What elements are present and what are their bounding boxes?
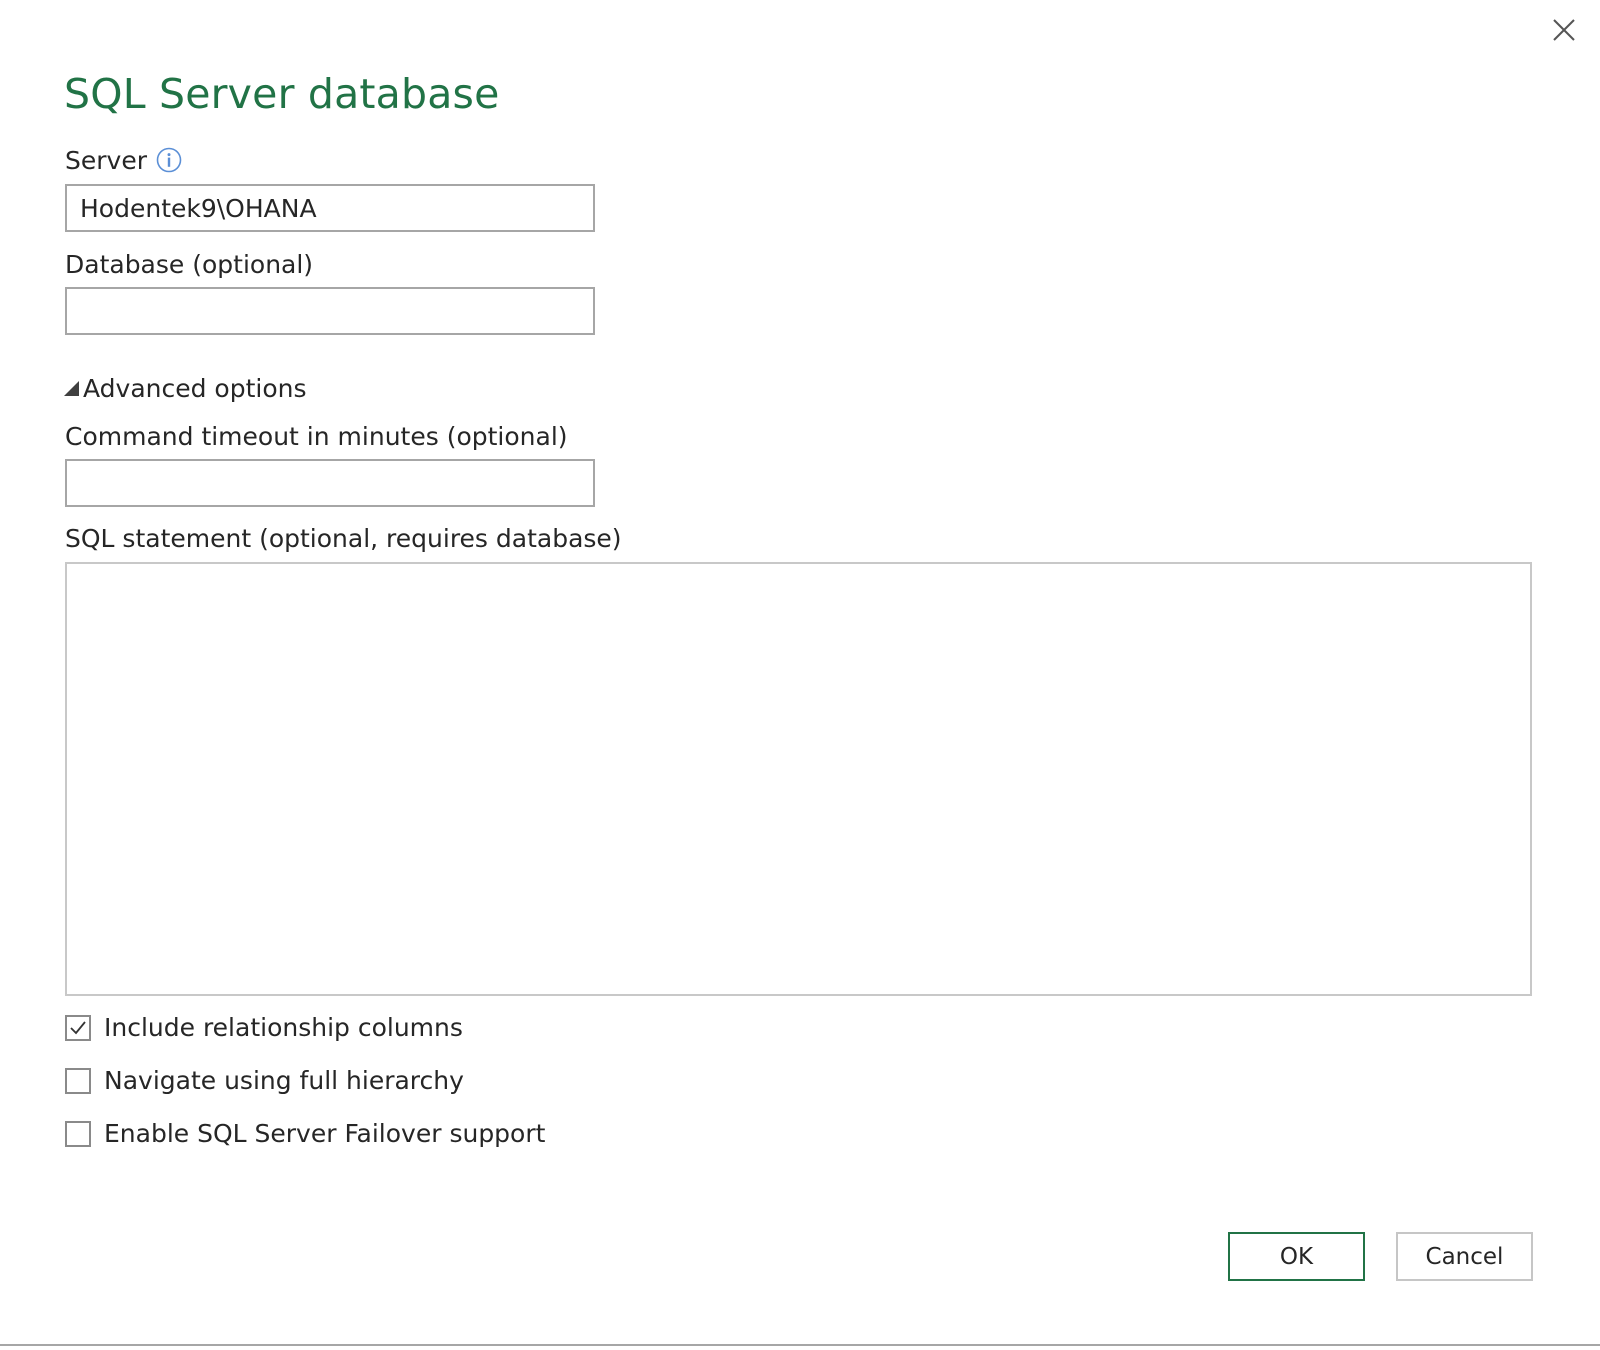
info-icon[interactable] bbox=[155, 146, 183, 174]
include-relationship-columns-label: Include relationship columns bbox=[104, 1011, 463, 1045]
close-icon bbox=[1548, 14, 1580, 46]
advanced-options-label: Advanced options bbox=[83, 374, 307, 403]
failover-support-option[interactable]: Enable SQL Server Failover support bbox=[65, 1117, 545, 1151]
sql-server-database-dialog: SQL Server database Server Database (opt… bbox=[0, 0, 1600, 1350]
failover-support-label: Enable SQL Server Failover support bbox=[104, 1117, 545, 1151]
server-input[interactable] bbox=[65, 184, 595, 232]
dialog-title: SQL Server database bbox=[64, 66, 500, 122]
expanded-triangle-icon bbox=[64, 381, 79, 396]
navigate-full-hierarchy-checkbox[interactable] bbox=[65, 1068, 91, 1094]
database-label: Database (optional) bbox=[65, 248, 313, 282]
advanced-options-toggle[interactable]: Advanced options bbox=[64, 372, 307, 406]
navigate-full-hierarchy-option[interactable]: Navigate using full hierarchy bbox=[65, 1064, 464, 1098]
command-timeout-input[interactable] bbox=[65, 459, 595, 507]
database-input[interactable] bbox=[65, 287, 595, 335]
include-relationship-columns-option[interactable]: Include relationship columns bbox=[65, 1011, 463, 1045]
failover-support-checkbox[interactable] bbox=[65, 1121, 91, 1147]
navigate-full-hierarchy-label: Navigate using full hierarchy bbox=[104, 1064, 464, 1098]
ok-button[interactable]: OK bbox=[1228, 1232, 1365, 1281]
include-relationship-columns-checkbox[interactable] bbox=[65, 1015, 91, 1041]
server-label: Server bbox=[65, 146, 147, 175]
cancel-button[interactable]: Cancel bbox=[1396, 1232, 1533, 1281]
command-timeout-label: Command timeout in minutes (optional) bbox=[65, 420, 568, 454]
dialog-bottom-border bbox=[0, 1344, 1600, 1346]
sql-statement-label: SQL statement (optional, requires databa… bbox=[65, 522, 622, 556]
checkmark-icon bbox=[68, 1018, 88, 1038]
sql-statement-textarea[interactable] bbox=[65, 562, 1532, 996]
close-button[interactable] bbox=[1548, 14, 1580, 46]
server-label-row: Server bbox=[65, 144, 183, 178]
